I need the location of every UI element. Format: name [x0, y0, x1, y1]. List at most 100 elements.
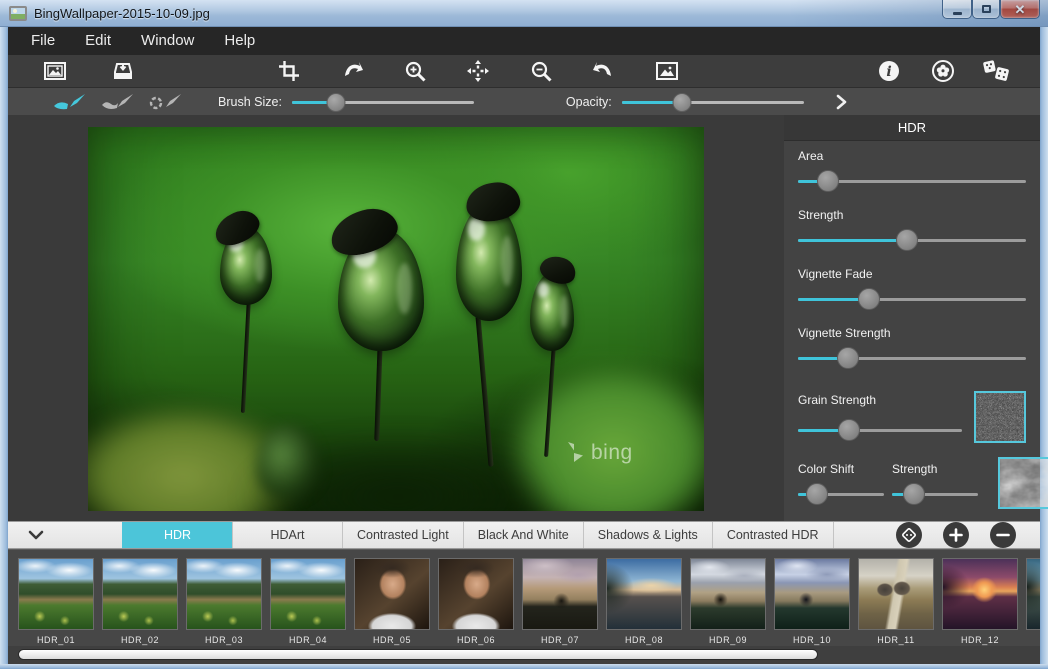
preset-preview-image[interactable] — [102, 558, 178, 630]
color-strength-handle[interactable] — [903, 483, 925, 505]
thumbnail-scrollbar[interactable] — [8, 646, 1040, 664]
menu-bar: File Edit Window Help — [8, 27, 1040, 55]
preset-thumbnail-label: HDR_12 — [961, 635, 999, 645]
menu-edit[interactable]: Edit — [70, 27, 126, 55]
zoom-in-icon — [404, 60, 427, 83]
zoom-out-button[interactable] — [526, 58, 556, 84]
color-shift-handle[interactable] — [806, 483, 828, 505]
plus-icon — [949, 528, 963, 542]
vignette-fade-handle[interactable] — [858, 288, 880, 310]
title-bar[interactable]: BingWallpaper-2015-10-09.jpg ✕ — [0, 0, 1048, 27]
preset-thumbnail[interactable]: HDR_13 — [1026, 558, 1040, 646]
maximize-icon — [982, 5, 991, 13]
remove-preset-button[interactable] — [990, 522, 1016, 548]
menu-help[interactable]: Help — [209, 27, 270, 55]
preset-thumbnail-label: HDR_11 — [877, 635, 914, 645]
tab-contrasted-light[interactable]: Contrasted Light — [342, 522, 463, 548]
preset-preview-image[interactable] — [606, 558, 682, 630]
random-preset-button[interactable] — [896, 522, 922, 548]
grain-strength-slider[interactable] — [798, 419, 962, 441]
preset-thumbnail[interactable]: HDR_07 — [522, 558, 598, 646]
preset-thumbnail[interactable]: HDR_04 — [270, 558, 346, 646]
menu-window[interactable]: Window — [126, 27, 209, 55]
color-strength-slider[interactable] — [892, 483, 978, 505]
preset-thumbnail[interactable]: HDR_01 — [18, 558, 94, 646]
tab-hdart[interactable]: HDArt — [232, 522, 342, 548]
expand-brush-options-icon[interactable] — [834, 94, 848, 110]
preset-preview-image[interactable] — [186, 558, 262, 630]
settings-gear-icon — [931, 59, 955, 83]
grain-strength-handle[interactable] — [838, 419, 860, 441]
opacity-slider[interactable] — [622, 93, 804, 111]
editor-canvas-area: bing — [8, 115, 784, 521]
preset-thumbnail[interactable]: HDR_06 — [438, 558, 514, 646]
vignette-strength-slider[interactable] — [798, 347, 1026, 369]
pan-move-button[interactable] — [463, 58, 493, 84]
preset-preview-image[interactable] — [438, 558, 514, 630]
brush-erase-icon[interactable] — [148, 92, 184, 112]
preset-thumbnail[interactable]: HDR_05 — [354, 558, 430, 646]
brush-paint-icon-active[interactable] — [52, 92, 88, 112]
preset-preview-image[interactable] — [942, 558, 1018, 630]
brush-size-slider[interactable] — [292, 93, 474, 111]
chevron-down-icon — [28, 530, 44, 540]
vignette-strength-label: Vignette Strength — [798, 326, 1026, 340]
scrollbar-thumb[interactable] — [18, 649, 818, 660]
color-shift-texture-preview[interactable] — [998, 457, 1048, 509]
preset-thumbnail[interactable]: HDR_03 — [186, 558, 262, 646]
menu-file[interactable]: File — [16, 27, 70, 55]
preset-preview-image[interactable] — [774, 558, 850, 630]
preset-thumbnail[interactable]: HDR_08 — [606, 558, 682, 646]
canvas-image[interactable]: bing — [88, 127, 704, 511]
dice-icon — [982, 59, 1012, 83]
minimize-icon — [953, 12, 962, 15]
undo-button[interactable] — [337, 58, 367, 84]
preset-preview-image[interactable] — [18, 558, 94, 630]
info-button[interactable]: i — [874, 58, 904, 84]
preset-thumbnail[interactable]: HDR_12 — [942, 558, 1018, 646]
grain-texture-preview[interactable] — [974, 391, 1026, 443]
brush-size-handle[interactable] — [326, 93, 345, 112]
close-button[interactable]: ✕ — [1000, 0, 1040, 19]
preset-preview-image[interactable] — [1026, 558, 1040, 630]
compare-original-button[interactable] — [652, 58, 682, 84]
preset-thumbnail[interactable]: HDR_10 — [774, 558, 850, 646]
area-slider[interactable] — [798, 170, 1026, 192]
random-variant-button[interactable] — [982, 58, 1012, 84]
redo-button[interactable] — [589, 58, 619, 84]
vignette-fade-slider[interactable] — [798, 288, 1026, 310]
settings-button[interactable] — [928, 58, 958, 84]
area-label: Area — [798, 149, 1026, 163]
color-shift-slider[interactable] — [798, 483, 884, 505]
brush-soft-icon[interactable] — [100, 92, 136, 112]
preset-thumbnail[interactable]: HDR_11 — [858, 558, 934, 646]
preset-preview-image[interactable] — [354, 558, 430, 630]
save-export-button[interactable] — [108, 58, 138, 84]
open-image-button[interactable] — [40, 58, 70, 84]
preset-preview-image[interactable] — [858, 558, 934, 630]
info-icon: i — [877, 59, 901, 83]
strength-handle[interactable] — [896, 229, 918, 251]
window-bottom-border — [0, 664, 1048, 669]
crop-button[interactable] — [274, 58, 304, 84]
preset-thumbnail[interactable]: HDR_09 — [690, 558, 766, 646]
preset-thumbnail[interactable]: HDR_02 — [102, 558, 178, 646]
preset-thumbnail-label: HDR_09 — [709, 635, 747, 645]
preset-preview-image[interactable] — [522, 558, 598, 630]
zoom-in-button[interactable] — [400, 58, 430, 84]
bing-logo-icon — [566, 442, 584, 464]
tab-black-and-white[interactable]: Black And White — [463, 522, 583, 548]
tab-hdr[interactable]: HDR — [122, 522, 232, 548]
opacity-handle[interactable] — [672, 93, 691, 112]
add-preset-button[interactable] — [943, 522, 969, 548]
collapse-presets-button[interactable] — [8, 522, 64, 548]
tab-shadows-and-lights[interactable]: Shadows & Lights — [583, 522, 712, 548]
strength-slider[interactable] — [798, 229, 1026, 251]
area-handle[interactable] — [817, 170, 839, 192]
preset-preview-image[interactable] — [270, 558, 346, 630]
tab-contrasted-hdr[interactable]: Contrasted HDR — [712, 522, 834, 548]
minimize-button[interactable] — [942, 0, 972, 19]
preset-preview-image[interactable] — [690, 558, 766, 630]
vignette-strength-handle[interactable] — [837, 347, 859, 369]
maximize-button[interactable] — [972, 0, 1000, 19]
